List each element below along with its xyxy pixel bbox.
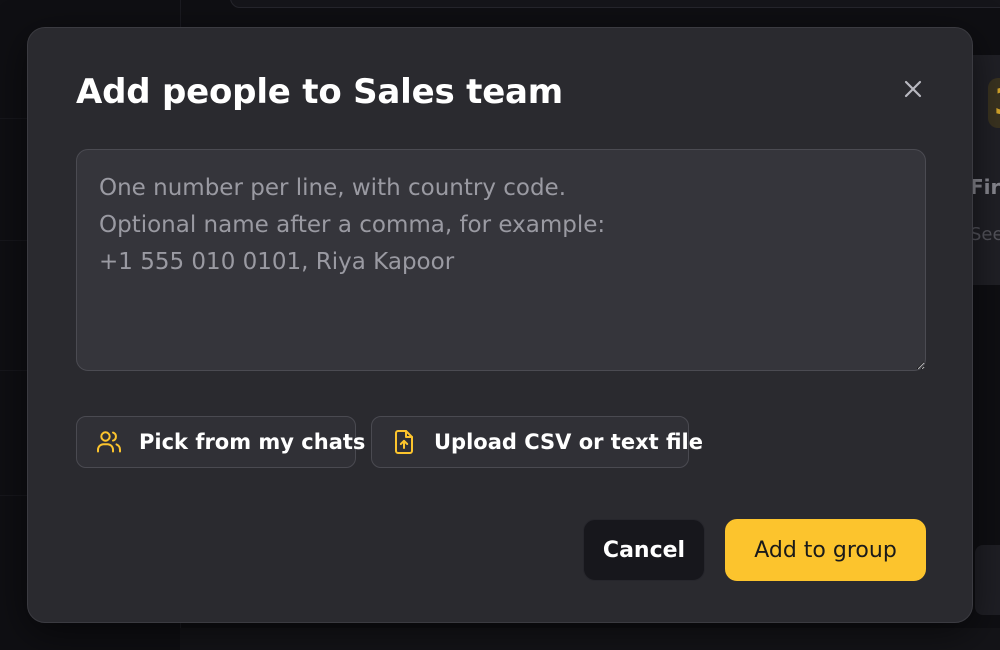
numbers-input-wrapper <box>76 149 926 371</box>
background-strip <box>975 545 1000 615</box>
background-top-bar <box>230 0 1000 8</box>
phone-numbers-textarea[interactable] <box>76 149 926 371</box>
add-to-group-button[interactable]: Add to group <box>725 519 926 581</box>
dialog-title: Add people to Sales team <box>76 72 564 112</box>
upload-file-button[interactable]: Upload CSV or text file <box>371 416 703 468</box>
background-card-subtitle: See <box>970 224 1000 245</box>
upload-file-label: Upload CSV or text file <box>434 430 703 454</box>
background-bottom-strip <box>180 628 1000 650</box>
background-card-title: Fir <box>970 175 1000 199</box>
users-icon <box>95 428 123 456</box>
close-button[interactable] <box>898 74 928 104</box>
file-upload-icon <box>390 428 418 456</box>
close-icon <box>904 80 922 98</box>
pick-from-chats-button[interactable]: Pick from my chats <box>76 416 365 468</box>
pick-from-chats-label: Pick from my chats <box>139 430 366 454</box>
cancel-button[interactable]: Cancel <box>583 519 705 581</box>
background-card-badge: 3 <box>988 78 1000 128</box>
add-people-dialog: Add people to Sales team Pick from my ch… <box>27 27 973 623</box>
